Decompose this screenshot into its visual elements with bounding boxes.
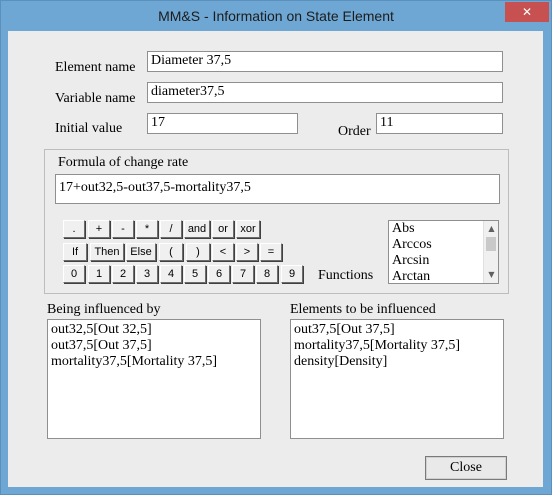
- functions-scrollbar[interactable]: ▲ ▼: [483, 221, 498, 283]
- function-item[interactable]: Abs: [389, 221, 498, 237]
- calc-button-divide[interactable]: /: [160, 220, 182, 238]
- list-item[interactable]: out32,5[Out 32,5]: [48, 322, 260, 338]
- calc-button-8[interactable]: 8: [256, 265, 278, 283]
- calc-button-minus[interactable]: -: [112, 220, 134, 238]
- functions-label: Functions: [318, 268, 374, 283]
- calc-button-else[interactable]: Else: [126, 243, 156, 261]
- scroll-thumb[interactable]: [486, 237, 496, 251]
- calc-button-less-than[interactable]: <: [212, 243, 234, 261]
- calc-button-9[interactable]: 9: [281, 265, 303, 283]
- list-item[interactable]: out37,5[Out 37,5]: [48, 338, 260, 354]
- close-icon[interactable]: ✕: [505, 2, 549, 22]
- calc-button-or[interactable]: or: [212, 220, 234, 238]
- calc-button-and[interactable]: and: [184, 220, 210, 238]
- calc-button-2[interactable]: 2: [112, 265, 134, 283]
- scroll-up-icon[interactable]: ▲: [484, 222, 498, 236]
- calc-button-equals[interactable]: =: [260, 243, 282, 261]
- formula-input[interactable]: 17+out32,5-out37,5-mortality37,5: [55, 174, 500, 204]
- calc-button-4[interactable]: 4: [160, 265, 182, 283]
- initial-value-input[interactable]: 17: [147, 113, 298, 134]
- calc-button-close-paren[interactable]: ): [186, 243, 210, 261]
- calc-button-plus[interactable]: +: [88, 220, 110, 238]
- function-item[interactable]: Arccos: [389, 237, 498, 253]
- window-title: MM&S - Information on State Element: [158, 8, 394, 24]
- calc-button-then[interactable]: Then: [90, 243, 124, 261]
- order-input[interactable]: 11: [376, 113, 503, 134]
- calc-button-1[interactable]: 1: [88, 265, 110, 283]
- calc-button-0[interactable]: 0: [63, 265, 85, 283]
- functions-listbox[interactable]: Abs Arccos Arcsin Arctan ▲ ▼: [388, 220, 499, 284]
- function-item[interactable]: Arcsin: [389, 253, 498, 269]
- list-item[interactable]: density[Density]: [291, 354, 503, 370]
- calc-button-dot[interactable]: .: [63, 220, 85, 238]
- calc-button-5[interactable]: 5: [184, 265, 206, 283]
- being-influenced-by-label: Being influenced by: [47, 302, 161, 317]
- title-bar[interactable]: MM&S - Information on State Element ✕: [1, 1, 551, 31]
- being-influenced-by-listbox[interactable]: out32,5[Out 32,5] out37,5[Out 37,5] mort…: [47, 319, 261, 439]
- list-item[interactable]: out37,5[Out 37,5]: [291, 322, 503, 338]
- element-name-label: Element name: [55, 60, 136, 75]
- calc-button-6[interactable]: 6: [208, 265, 230, 283]
- calc-button-if[interactable]: If: [63, 243, 87, 261]
- list-item[interactable]: mortality37,5[Mortality 37,5]: [48, 354, 260, 370]
- element-name-input[interactable]: Diameter 37,5: [147, 51, 503, 72]
- calc-button-greater-than[interactable]: >: [236, 243, 258, 261]
- function-item[interactable]: Arctan: [389, 269, 498, 283]
- variable-name-label: Variable name: [55, 91, 136, 106]
- scroll-down-icon[interactable]: ▼: [484, 268, 498, 282]
- close-button[interactable]: Close: [425, 456, 507, 480]
- initial-value-label: Initial value: [55, 121, 123, 136]
- calc-button-7[interactable]: 7: [232, 265, 254, 283]
- formula-label: Formula of change rate: [58, 155, 189, 170]
- list-item[interactable]: mortality37,5[Mortality 37,5]: [291, 338, 503, 354]
- variable-name-input[interactable]: diameter37,5: [147, 82, 503, 103]
- order-label: Order: [338, 124, 371, 139]
- calc-button-3[interactable]: 3: [136, 265, 158, 283]
- elements-to-be-influenced-label: Elements to be influenced: [290, 302, 436, 317]
- calc-button-multiply[interactable]: *: [136, 220, 158, 238]
- elements-to-be-influenced-listbox[interactable]: out37,5[Out 37,5] mortality37,5[Mortalit…: [290, 319, 504, 439]
- calc-button-xor[interactable]: xor: [236, 220, 260, 238]
- calc-button-open-paren[interactable]: (: [159, 243, 183, 261]
